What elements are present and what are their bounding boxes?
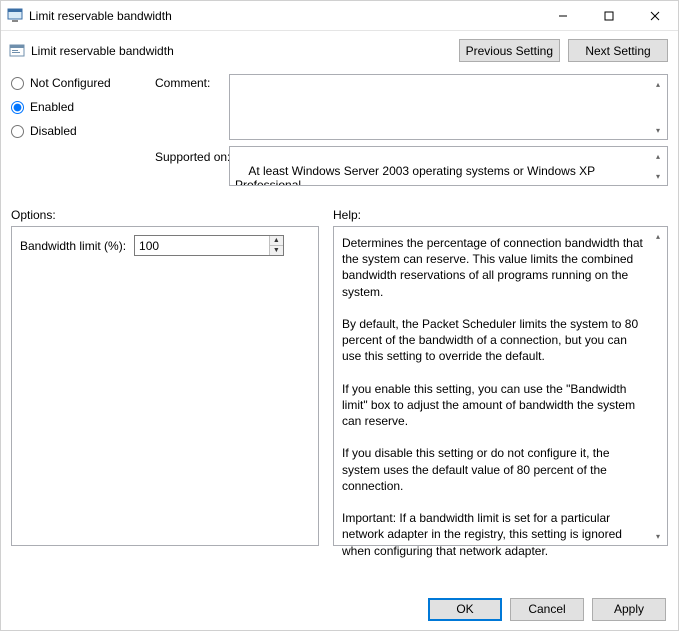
help-text: Determines the percentage of connection … xyxy=(342,235,647,559)
header-row: Limit reservable bandwidth Previous Sett… xyxy=(1,31,678,68)
apply-button[interactable]: Apply xyxy=(592,598,666,621)
radio-not-configured-input[interactable] xyxy=(11,77,24,90)
policy-icon xyxy=(9,43,25,59)
comment-scroll-up-icon[interactable]: ▴ xyxy=(651,77,665,91)
comment-label: Comment: xyxy=(155,74,225,90)
comment-textbox[interactable]: ▴ ▾ xyxy=(229,74,668,140)
window-title: Limit reservable bandwidth xyxy=(29,9,540,23)
radio-disabled-input[interactable] xyxy=(11,125,24,138)
cancel-button[interactable]: Cancel xyxy=(510,598,584,621)
radio-enabled-label: Enabled xyxy=(30,100,74,114)
lower-labels: Options: Help: xyxy=(1,202,678,226)
lower-area: Bandwidth limit (%): ▲ ▼ Determines the … xyxy=(1,226,678,588)
minimize-button[interactable] xyxy=(540,1,586,31)
bandwidth-limit-label: Bandwidth limit (%): xyxy=(20,239,126,253)
radio-not-configured[interactable]: Not Configured xyxy=(11,76,151,90)
next-setting-button[interactable]: Next Setting xyxy=(568,39,668,62)
radio-disabled-label: Disabled xyxy=(30,124,77,138)
help-scroll-down-icon[interactable]: ▾ xyxy=(651,529,665,543)
bandwidth-limit-spinner[interactable]: ▲ ▼ xyxy=(134,235,284,256)
bandwidth-limit-input[interactable] xyxy=(135,236,269,255)
spinner-down-button[interactable]: ▼ xyxy=(270,246,283,255)
spinner-up-button[interactable]: ▲ xyxy=(270,236,283,246)
radio-not-configured-label: Not Configured xyxy=(30,76,111,90)
help-heading: Help: xyxy=(333,208,361,222)
ok-button[interactable]: OK xyxy=(428,598,502,621)
supported-textbox: At least Windows Server 2003 operating s… xyxy=(229,146,668,186)
supported-label: Supported on: xyxy=(155,146,225,164)
options-panel: Bandwidth limit (%): ▲ ▼ xyxy=(11,226,319,546)
config-area: Not Configured Enabled Disabled Comment:… xyxy=(1,68,678,202)
help-scroll-up-icon[interactable]: ▴ xyxy=(651,229,665,243)
supported-scroll-up-icon[interactable]: ▴ xyxy=(651,149,665,163)
radio-disabled[interactable]: Disabled xyxy=(11,124,151,138)
close-button[interactable] xyxy=(632,1,678,31)
app-icon xyxy=(7,8,23,24)
options-heading: Options: xyxy=(11,208,333,222)
policy-title: Limit reservable bandwidth xyxy=(31,44,174,58)
dialog-buttons: OK Cancel Apply xyxy=(1,588,678,630)
maximize-button[interactable] xyxy=(586,1,632,31)
radio-enabled[interactable]: Enabled xyxy=(11,100,151,114)
state-radio-group: Not Configured Enabled Disabled xyxy=(11,74,151,138)
radio-enabled-input[interactable] xyxy=(11,101,24,114)
supported-scroll-down-icon[interactable]: ▾ xyxy=(651,169,665,183)
help-panel: Determines the percentage of connection … xyxy=(333,226,668,546)
titlebar: Limit reservable bandwidth xyxy=(1,1,678,31)
comment-scroll-down-icon[interactable]: ▾ xyxy=(651,123,665,137)
previous-setting-button[interactable]: Previous Setting xyxy=(459,39,560,62)
supported-value: At least Windows Server 2003 operating s… xyxy=(235,164,598,186)
bandwidth-option-row: Bandwidth limit (%): ▲ ▼ xyxy=(20,235,310,256)
